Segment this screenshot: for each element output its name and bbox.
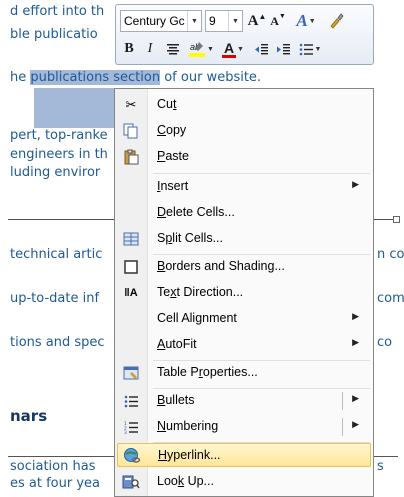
doc-line: es at four yea bbox=[10, 476, 101, 491]
doc-line: tions and spec bbox=[10, 335, 105, 350]
paintbrush-icon bbox=[330, 13, 344, 29]
selected-text: publications section bbox=[30, 70, 161, 85]
menu-item-look-up[interactable]: Look Up... bbox=[117, 470, 371, 494]
split-divider bbox=[342, 418, 343, 436]
center-align-button[interactable] bbox=[163, 38, 183, 60]
svg-text:3: 3 bbox=[124, 430, 127, 434]
italic-button[interactable]: I bbox=[141, 38, 159, 60]
font-size-combo[interactable]: 9 ▼ bbox=[205, 10, 243, 32]
font-color-button[interactable]: A ▼ bbox=[219, 38, 247, 60]
borders-icon bbox=[120, 257, 142, 277]
font-name-combo[interactable]: Century Gc ▼ bbox=[120, 10, 202, 32]
decrease-indent-icon bbox=[254, 43, 268, 54]
clipboard-icon bbox=[120, 147, 142, 167]
menu-item-bullets[interactable]: Bullets ▶ bbox=[117, 389, 371, 413]
submenu-arrow-icon: ▶ bbox=[352, 311, 359, 321]
submenu-arrow-icon[interactable]: ▶ bbox=[352, 419, 359, 430]
doc-line: pert, top-ranke bbox=[10, 128, 108, 143]
table-properties-icon bbox=[120, 363, 142, 383]
menu-item-delete-cells[interactable]: Delete Cells... bbox=[117, 201, 371, 225]
menu-item-cut[interactable]: ✂ Cut bbox=[117, 93, 371, 117]
font-color-icon: A bbox=[222, 39, 237, 58]
mini-toolbar: Century Gc ▼ 9 ▼ A ▲ A ▼ A ▼ B I ab ▼ A … bbox=[115, 4, 374, 65]
section-heading: nars bbox=[10, 407, 48, 425]
menu-separator bbox=[153, 173, 370, 174]
table-resize-handle[interactable] bbox=[393, 216, 400, 223]
highlight-button[interactable]: ab ▼ bbox=[186, 38, 216, 60]
split-divider bbox=[342, 392, 343, 410]
font-name-value: Century Gc bbox=[124, 14, 185, 28]
styles-icon: A bbox=[296, 11, 308, 30]
bold-button[interactable]: B bbox=[120, 38, 138, 60]
table-border bbox=[8, 219, 114, 220]
styles-button[interactable]: A ▼ bbox=[291, 10, 321, 32]
align-center-icon bbox=[167, 44, 179, 55]
numbered-list-icon: 123 bbox=[120, 417, 142, 437]
menu-item-split-cells[interactable]: Split Cells... bbox=[117, 227, 371, 251]
scissors-icon: ✂ bbox=[125, 97, 137, 112]
shrink-font-button[interactable]: A ▼ bbox=[269, 10, 287, 32]
submenu-arrow-icon: ▶ bbox=[352, 179, 359, 189]
copy-icon bbox=[120, 121, 142, 141]
research-book-icon bbox=[120, 472, 142, 492]
doc-fragment: com bbox=[377, 291, 404, 306]
menu-item-hyperlink[interactable]: Hyperlink... bbox=[117, 443, 371, 467]
increase-indent-icon bbox=[276, 43, 290, 54]
menu-item-copy[interactable]: Copy bbox=[117, 119, 371, 143]
split-cells-icon bbox=[120, 229, 142, 249]
menu-item-insert[interactable]: Insert ▶ bbox=[117, 175, 371, 199]
chevron-down-icon[interactable]: ▼ bbox=[187, 11, 201, 31]
context-menu: ✂ Cut Copy Paste Insert ▶ Delete Cells..… bbox=[114, 88, 374, 497]
doc-line: d effort into th bbox=[10, 4, 105, 19]
bullet-list-icon bbox=[120, 391, 142, 411]
chevron-down-icon[interactable]: ▼ bbox=[228, 11, 242, 31]
grow-font-button[interactable]: A ▲ bbox=[248, 10, 267, 32]
doc-line: engineers in th bbox=[10, 147, 108, 162]
doc-line: sociation has bbox=[10, 459, 96, 474]
menu-item-text-direction[interactable]: ǁA Text Direction... bbox=[117, 281, 371, 305]
menu-item-cell-alignment[interactable]: Cell Alignment ▶ bbox=[117, 307, 371, 331]
doc-line: up-to-date inf bbox=[10, 291, 100, 306]
selection-highlight bbox=[34, 88, 114, 128]
menu-item-table-properties[interactable]: Table Properties... bbox=[117, 361, 371, 385]
hyperlink-globe-icon bbox=[121, 446, 143, 466]
doc-line: ble publicatio bbox=[10, 27, 98, 42]
doc-line: he publications section of our website. bbox=[10, 70, 262, 85]
format-painter-button[interactable] bbox=[325, 10, 347, 32]
submenu-arrow-icon[interactable]: ▶ bbox=[352, 393, 359, 404]
menu-item-paste[interactable]: Paste bbox=[117, 145, 371, 169]
table-border bbox=[374, 456, 398, 457]
text-direction-icon: ǁA bbox=[124, 287, 138, 299]
doc-line: technical artic bbox=[10, 247, 103, 262]
increase-indent-button[interactable] bbox=[273, 38, 293, 60]
table-border bbox=[8, 456, 114, 457]
menu-item-borders-shading[interactable]: Borders and Shading... bbox=[117, 255, 371, 279]
highlighter-icon: ab bbox=[189, 42, 206, 57]
doc-fragment: s bbox=[377, 459, 384, 474]
bullet-list-icon bbox=[299, 43, 313, 55]
bullets-toolbar-button[interactable]: ▼ bbox=[296, 38, 324, 60]
doc-line: luding enviror bbox=[10, 165, 101, 180]
menu-item-autofit[interactable]: AutoFit ▶ bbox=[117, 333, 371, 357]
doc-fragment: co bbox=[377, 335, 393, 350]
decrease-indent-button[interactable] bbox=[251, 38, 271, 60]
submenu-arrow-icon: ▶ bbox=[352, 337, 359, 347]
font-size-value: 9 bbox=[209, 14, 216, 28]
doc-fragment: n co bbox=[377, 247, 404, 262]
menu-item-numbering[interactable]: 123 Numbering ▶ bbox=[117, 415, 371, 439]
